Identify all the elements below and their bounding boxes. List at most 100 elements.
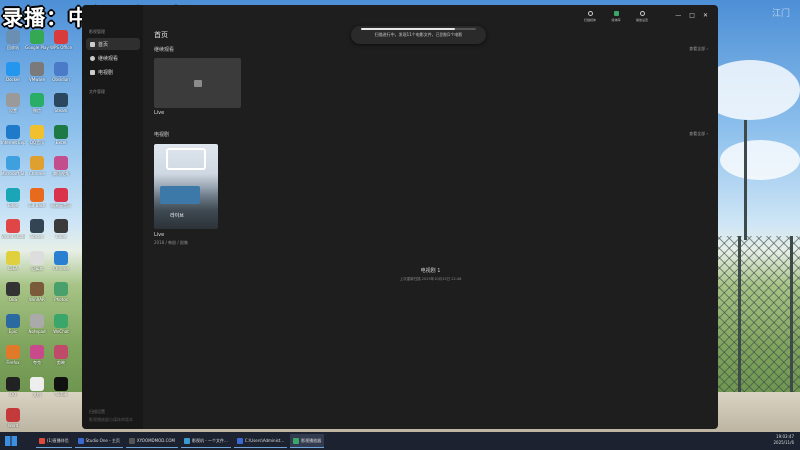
desktop-icon-label: Epic bbox=[8, 328, 18, 334]
taskbar-item[interactable]: Studio One - 主页 bbox=[74, 434, 123, 448]
desktop-icon[interactable]: Edge bbox=[1, 187, 25, 208]
desktop-icon[interactable]: VMware bbox=[25, 61, 49, 82]
desktop-icon[interactable]: 夸克 bbox=[25, 345, 49, 366]
close-button[interactable]: ✕ bbox=[703, 12, 708, 19]
see-all-tv-link[interactable]: 查看全部 › bbox=[689, 131, 708, 137]
desktop-icon[interactable]: Git Bash bbox=[25, 187, 49, 208]
desktop-icon[interactable]: Docker bbox=[1, 61, 25, 82]
app-icon bbox=[54, 345, 68, 359]
desktop-icon[interactable]: TikTok bbox=[49, 376, 73, 397]
see-all-recent-link[interactable]: 查看全部 › bbox=[689, 46, 708, 52]
desktop-icon[interactable]: Chrome bbox=[49, 250, 73, 271]
app-icon bbox=[54, 313, 68, 328]
taskbar-item[interactable]: (1)直播伴侣 bbox=[36, 434, 72, 448]
taskbar-item[interactable]: C:\Users\Administ... bbox=[233, 434, 288, 448]
desktop-icon[interactable]: QQ音乐 bbox=[25, 124, 49, 146]
desktop-icon[interactable]: Visual Studio bbox=[1, 219, 25, 239]
desktop-icon[interactable]: Steam bbox=[49, 93, 73, 113]
maximize-button[interactable]: □ bbox=[689, 12, 695, 19]
taskbar-item-label: XYOOMDMOD.COM bbox=[136, 438, 175, 443]
scan-media-button[interactable]: 扫描媒体 bbox=[582, 11, 598, 27]
desktop-icon[interactable]: 剪映 bbox=[49, 345, 73, 366]
desktop-icon[interactable]: QQ bbox=[1, 376, 25, 397]
utility-pole bbox=[744, 120, 747, 240]
scan-icon bbox=[587, 11, 593, 16]
desktop-icon-label: Chrome bbox=[53, 265, 69, 271]
app-icon bbox=[30, 345, 44, 359]
fence-post bbox=[738, 236, 741, 396]
watermark: 江门 bbox=[771, 9, 790, 19]
desktop-icon[interactable]: Internet Explorer bbox=[1, 124, 25, 145]
desktop-icon[interactable]: IDEA bbox=[1, 250, 25, 271]
desktop-icon[interactable]: Google Play bbox=[25, 30, 49, 50]
recent-card-thumbnail[interactable] bbox=[154, 58, 241, 108]
start-button[interactable] bbox=[5, 436, 17, 446]
desktop-icon[interactable]: Firefox bbox=[1, 345, 25, 365]
desktop-icon[interactable]: 回收站 bbox=[1, 30, 25, 51]
app-icon bbox=[30, 250, 44, 265]
sidebar-item-continue-watching[interactable]: 继续观看 bbox=[86, 52, 140, 64]
desktop-icon[interactable]: Word bbox=[1, 408, 25, 428]
minimize-button[interactable]: — bbox=[675, 12, 681, 19]
toolbar: 扫描媒体 媒体库 播放设置 bbox=[582, 11, 650, 27]
desktop-icon[interactable]: 网易云音乐 bbox=[49, 187, 73, 209]
desktop-icon-label: QQ音乐 bbox=[29, 139, 45, 145]
desktop-icon[interactable]: 记事本 bbox=[25, 250, 49, 272]
desktop-icon-label: 夸克 bbox=[33, 360, 41, 365]
desktop-icon[interactable]: Obsidian bbox=[49, 61, 73, 82]
desktop-icon[interactable]: Steam bbox=[25, 219, 49, 239]
taskbar-item[interactable]: 影视机 - 一个文件... bbox=[180, 434, 231, 448]
desktop-icon-label: TikTok bbox=[54, 391, 68, 397]
app-icon bbox=[54, 30, 68, 44]
media-library-button[interactable]: 媒体库 bbox=[608, 11, 624, 27]
sidebar-footer-version: 影视播放器与媒体库版本 bbox=[89, 417, 133, 422]
desktop-icon[interactable]: Code bbox=[49, 219, 73, 239]
app-icon bbox=[30, 219, 44, 233]
desktop-icon[interactable]: Excel bbox=[49, 124, 73, 145]
desktop-icon[interactable]: 微信 bbox=[25, 93, 49, 114]
desktop-icon[interactable]: 腾讯视频 bbox=[49, 156, 73, 177]
desktop-icon[interactable]: WeChat bbox=[49, 313, 73, 334]
app-icon bbox=[30, 187, 44, 202]
sidebar-item-tv[interactable]: 电视剧 bbox=[86, 66, 140, 78]
tv-poster[interactable]: 라이브 bbox=[154, 144, 218, 229]
desktop-icon-label: Docker bbox=[5, 76, 20, 82]
desktop-icon[interactable]: Chrome bbox=[25, 156, 49, 176]
desktop-icon[interactable]: Notepad bbox=[25, 313, 49, 334]
app-icon bbox=[30, 30, 44, 44]
app-icon bbox=[6, 30, 20, 44]
cloud bbox=[720, 140, 800, 180]
desktop-icon[interactable]: Microsoft Store bbox=[1, 156, 25, 176]
desktop-icon[interactable]: Epic bbox=[1, 313, 25, 334]
app-icon bbox=[30, 313, 44, 328]
taskbar-item-label: 影视机 - 一个文件... bbox=[191, 437, 228, 443]
desktop-icon-label: 记事本 bbox=[31, 265, 43, 271]
main-content: 首页 扫描进行中，发现11个电影文件，已刮削1个电影 扫描媒体 媒体库 播放设置… bbox=[143, 5, 718, 429]
desktop-icon-label: Google Play bbox=[25, 45, 49, 50]
app-icon bbox=[6, 156, 20, 170]
sidebar-footer-settings[interactable]: 扫描设置 bbox=[89, 409, 105, 415]
desktop-icon[interactable]: Photos bbox=[49, 282, 73, 302]
taskbar-item[interactable]: XYOOMDMOD.COM bbox=[125, 434, 178, 448]
desktop-icon-label: Firefox bbox=[6, 360, 20, 365]
taskbar-item[interactable]: 影视播放器 bbox=[290, 434, 325, 448]
sidebar-item-home[interactable]: 首页 bbox=[86, 38, 140, 50]
desktop-icon[interactable]: WPS Office bbox=[49, 30, 73, 50]
app-icon bbox=[6, 93, 20, 107]
app-icon bbox=[6, 282, 20, 296]
desktop-icon[interactable]: OBS bbox=[1, 282, 25, 302]
desktop-icon-label: 回收站 bbox=[7, 45, 19, 50]
tv-card-title[interactable]: Live bbox=[154, 232, 164, 238]
desktop-icon-label: WeChat bbox=[53, 328, 69, 334]
desktop-icon-label: 网易云音乐 bbox=[51, 202, 71, 208]
app-icon bbox=[54, 156, 68, 170]
scan-progress-fill bbox=[361, 28, 456, 30]
recent-card-title[interactable]: Live bbox=[154, 110, 164, 116]
desktop-icon[interactable]: WinRAR bbox=[25, 282, 49, 302]
system-clock[interactable]: 19:03:47 2025/11/6 bbox=[773, 434, 794, 446]
app-icon bbox=[6, 187, 20, 202]
desktop-icon[interactable]: 设置 bbox=[1, 93, 25, 114]
playback-settings-button[interactable]: 播放设置 bbox=[634, 11, 650, 27]
desktop-icon[interactable]: 文档 bbox=[25, 376, 49, 398]
sidebar-section-files[interactable]: 文件管理 bbox=[89, 89, 105, 95]
